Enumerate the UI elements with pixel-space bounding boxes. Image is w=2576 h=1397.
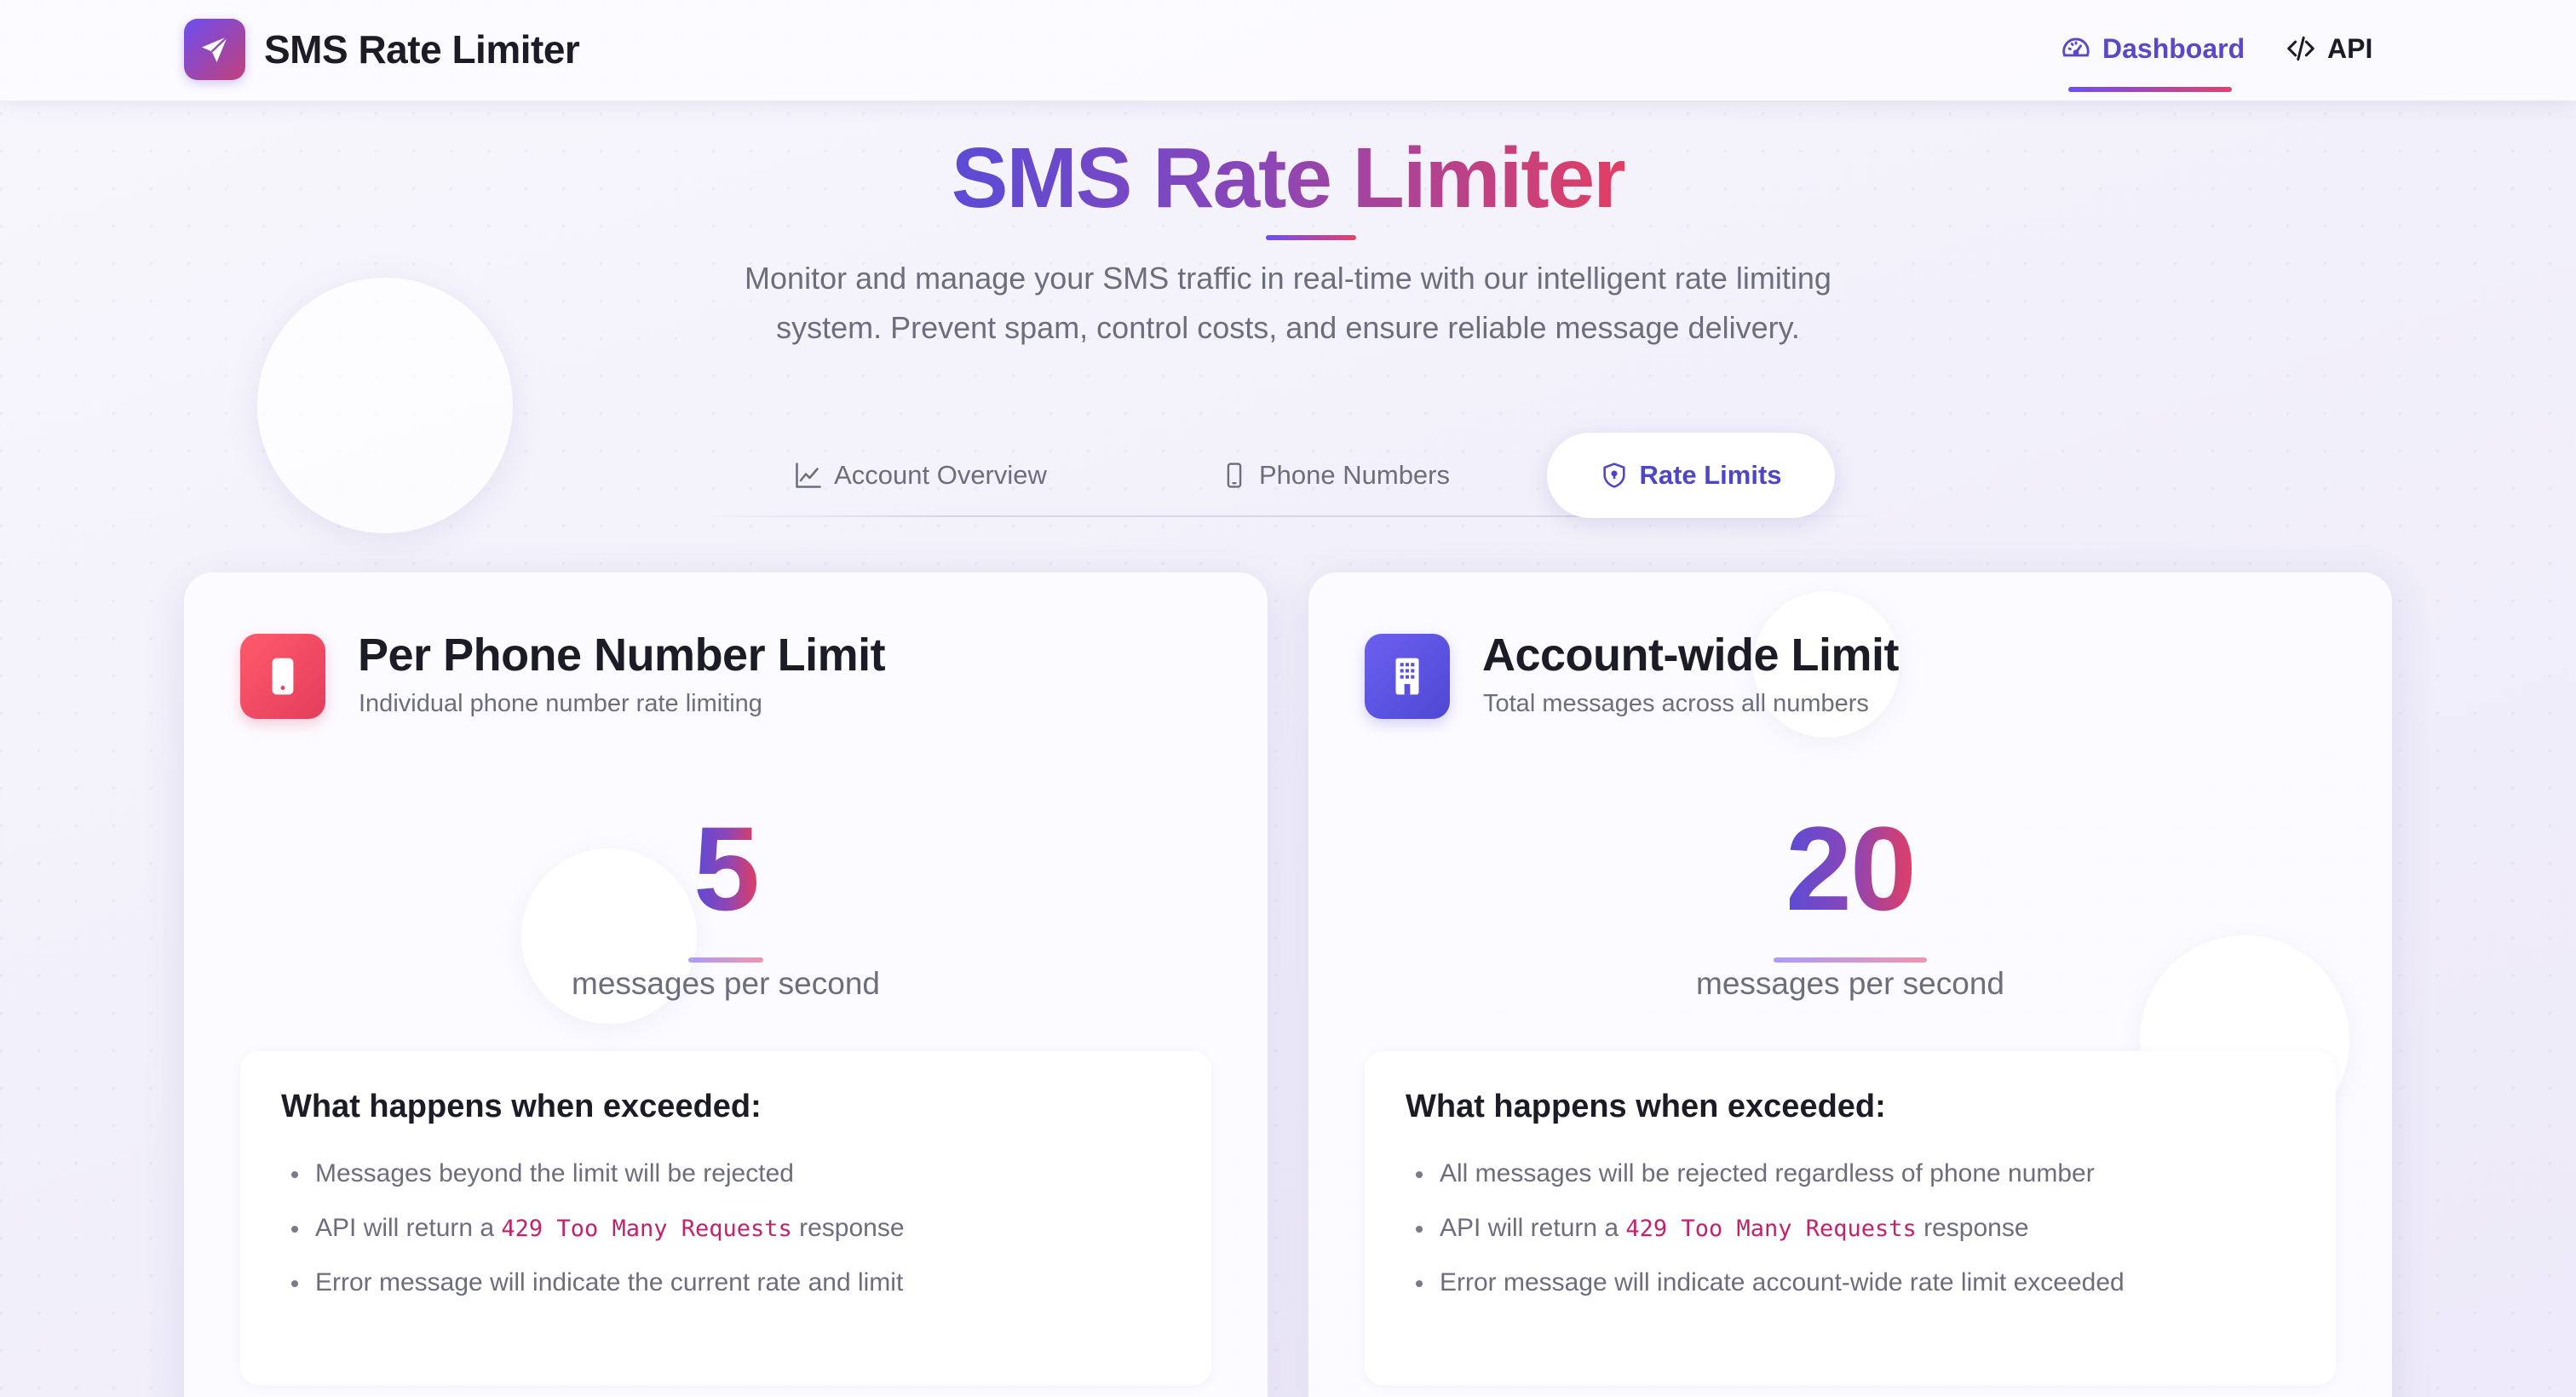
tab-phone-numbers[interactable]: Phone Numbers — [1203, 433, 1467, 518]
card-subtitle: Individual phone number rate limiting — [359, 690, 762, 717]
list-item: Messages beyond the limit will be reject… — [281, 1157, 905, 1211]
page-subtitle: Monitor and manage your SMS traffic in r… — [745, 261, 1831, 345]
list-item: Error message will indicate account-wide… — [1406, 1266, 2125, 1320]
account-wide-limit-card: Account-wide Limit Total messages across… — [1308, 572, 2392, 1397]
brand[interactable]: SMS Rate Limiter — [184, 19, 580, 80]
list-item: All messages will be rejected regardless… — [1406, 1157, 2125, 1211]
tab-phone-numbers-label: Phone Numbers — [1258, 460, 1450, 490]
building-icon — [1365, 634, 1450, 719]
info-heading: What happens when exceeded: — [1406, 1089, 1886, 1124]
phone-icon — [240, 634, 325, 719]
line-chart-icon — [793, 460, 824, 491]
limit-underline — [1774, 957, 1927, 963]
paper-plane-icon — [184, 19, 245, 80]
status-code: 429 Too Many Requests — [1625, 1216, 1917, 1242]
list-item: API will return a 429 Too Many Requests … — [281, 1211, 905, 1266]
list-item: API will return a 429 Too Many Requests … — [1406, 1211, 2125, 1266]
shield-icon — [1600, 460, 1629, 491]
nav-dashboard-label: Dashboard — [2102, 32, 2245, 64]
status-code: 429 Too Many Requests — [501, 1216, 792, 1242]
page-title: SMS Rate Limiter — [951, 130, 1626, 226]
info-list: Messages beyond the limit will be reject… — [281, 1157, 905, 1320]
nav-api-label: API — [2327, 32, 2373, 64]
nav-api-link[interactable]: API — [2285, 26, 2372, 72]
limit-underline — [688, 957, 763, 963]
card-title: Per Phone Number Limit — [358, 630, 886, 681]
exceeded-info-box: What happens when exceeded: All messages… — [1365, 1051, 2336, 1385]
tab-account-overview-label: Account Overview — [834, 460, 1047, 490]
limit-value: 20 — [1785, 802, 1917, 935]
info-heading: What happens when exceeded: — [281, 1089, 762, 1124]
gauge-icon — [2060, 32, 2092, 65]
info-list: All messages will be rejected regardless… — [1406, 1157, 2125, 1320]
card-title: Account-wide Limit — [1482, 630, 1900, 681]
card-subtitle: Total messages across all numbers — [1483, 690, 1869, 717]
tab-account-overview[interactable]: Account Overview — [784, 433, 1056, 518]
code-icon — [2285, 32, 2317, 65]
title-underline — [1266, 235, 1356, 240]
active-nav-indicator — [2068, 87, 2232, 92]
brand-name: SMS Rate Limiter — [264, 27, 580, 72]
decorative-circle — [257, 278, 513, 533]
top-navigation: SMS Rate Limiter Dashboard API — [0, 0, 2576, 101]
list-item: Error message will indicate the current … — [281, 1266, 905, 1320]
limit-value: 5 — [693, 802, 760, 935]
exceeded-info-box: What happens when exceeded: Messages bey… — [240, 1051, 1211, 1385]
limit-unit: messages per second — [572, 966, 880, 1001]
per-phone-limit-card: Per Phone Number Limit Individual phone … — [184, 572, 1268, 1397]
limit-unit: messages per second — [1696, 966, 2004, 1001]
nav-dashboard-link[interactable]: Dashboard — [2060, 26, 2245, 72]
tab-rate-limits[interactable]: Rate Limits — [1547, 433, 1835, 518]
tab-rate-limits-label: Rate Limits — [1639, 460, 1782, 490]
smartphone-icon — [1220, 460, 1249, 491]
